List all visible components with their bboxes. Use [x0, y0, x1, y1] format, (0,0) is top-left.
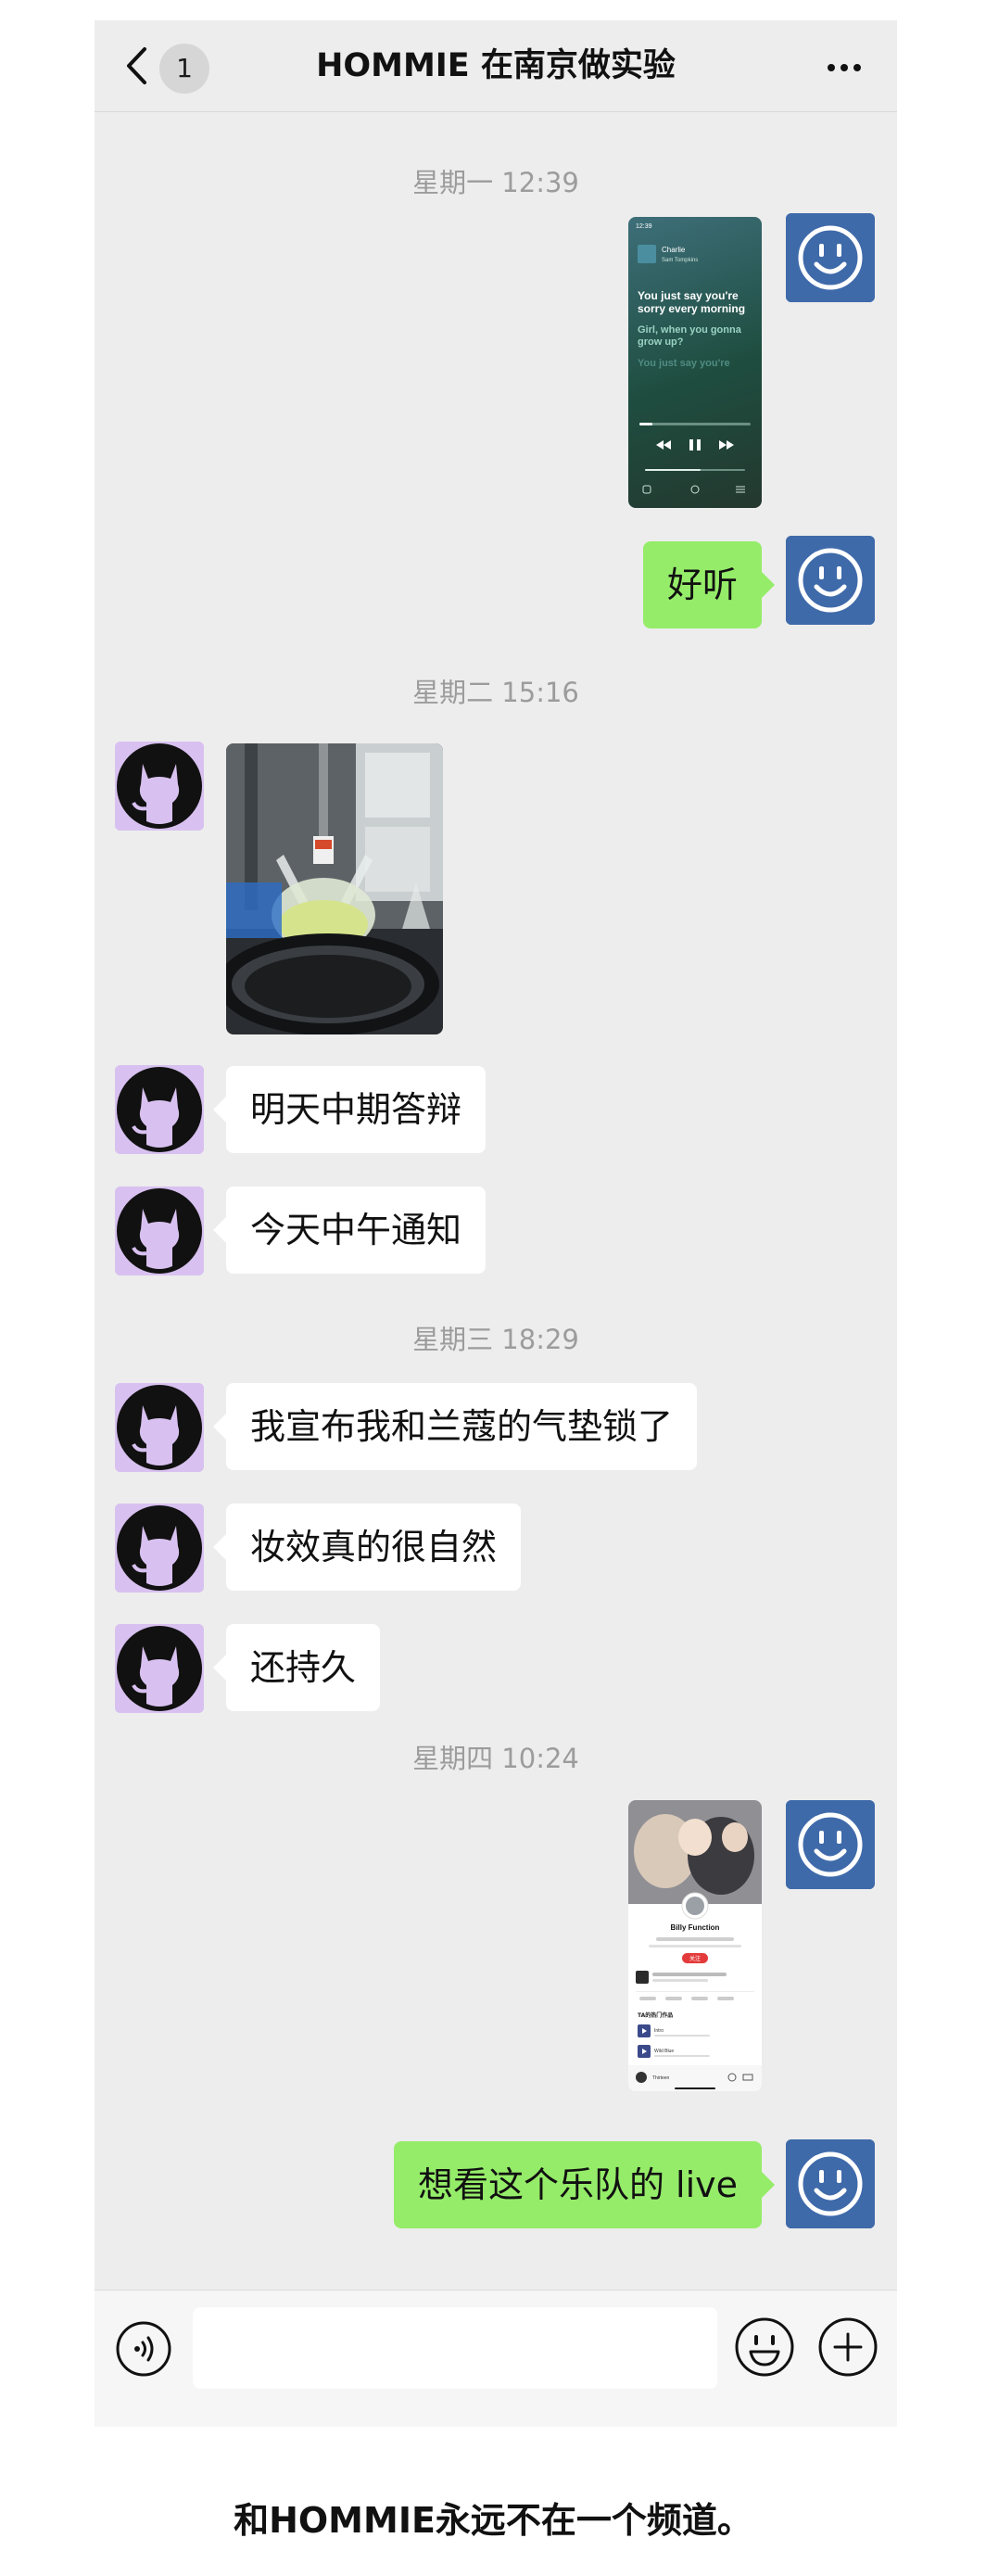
- lab-photo-art: [226, 743, 443, 1034]
- track-1: Intro: [654, 2028, 664, 2034]
- band-name: Billy Function: [671, 1923, 720, 1932]
- voice-icon[interactable]: [115, 2320, 172, 2378]
- message-bubble-outgoing[interactable]: 好听: [642, 541, 776, 628]
- lyric-next: Girl, when you gonna grow up?: [638, 324, 741, 348]
- timestamp: 星期一 12:39: [412, 167, 579, 198]
- message-bubble-incoming[interactable]: 明天中期答辩: [212, 1066, 487, 1153]
- emoji-icon[interactable]: [734, 2316, 795, 2378]
- unread-count-badge[interactable]: 1: [159, 44, 209, 94]
- message-bubble-incoming[interactable]: 妆效真的很自然: [212, 1504, 522, 1591]
- rewind-icon: [656, 440, 671, 450]
- smiley-avatar[interactable]: [786, 1800, 875, 1889]
- smiley-avatar[interactable]: [786, 213, 875, 302]
- hot-works-heading: TA的热门作品: [638, 2011, 673, 2019]
- smiley-avatar[interactable]: [786, 2139, 875, 2228]
- lab-photo[interactable]: [226, 743, 443, 1034]
- pause-icon: [689, 439, 693, 450]
- timestamp: 星期三 18:29: [412, 1324, 579, 1355]
- github-cat-avatar[interactable]: [115, 1383, 204, 1472]
- plus-icon[interactable]: [817, 2316, 879, 2378]
- message-bubble-incoming[interactable]: 还持久: [212, 1624, 381, 1711]
- chat-title: HOMMIE 在南京做实验: [316, 47, 676, 84]
- track-2: Wild Blue: [654, 2049, 674, 2054]
- github-cat-avatar[interactable]: [115, 1186, 204, 1275]
- music-player-screenshot-art: 12:39 Charlie Sam Tompkins You just say …: [636, 223, 751, 494]
- timestamp: 星期四 10:24: [412, 1743, 579, 1774]
- song-title: Charlie: [662, 246, 686, 254]
- chat-header: 1 HOMMIE 在南京做实验: [95, 20, 897, 112]
- caption-text: 和HOMMIE永远不在一个频道。: [234, 2500, 752, 2541]
- song-artist: Sam Tompkins: [662, 258, 698, 263]
- svg-text:12:39: 12:39: [636, 223, 652, 230]
- github-cat-avatar[interactable]: [115, 1065, 204, 1154]
- chat-window: 1 HOMMIE 在南京做实验 星期一 12:39 12:39 Charlie …: [95, 20, 897, 2427]
- back-icon[interactable]: [122, 46, 152, 85]
- message-input[interactable]: [193, 2307, 717, 2389]
- band-profile-screenshot-art: Billy Function 关注 TA的热门作品 Intro Wild Blu…: [628, 1800, 762, 2091]
- follow-button: 关注: [689, 1955, 701, 1962]
- smiley-avatar[interactable]: [786, 536, 875, 625]
- message-bubble-outgoing[interactable]: 想看这个乐队的 live: [393, 2141, 776, 2228]
- timestamp: 星期二 15:16: [412, 677, 579, 708]
- mini-player-track: Thirteen: [652, 2075, 670, 2081]
- music-player-screenshot[interactable]: 12:39 Charlie Sam Tompkins You just say …: [628, 217, 762, 508]
- more-icon[interactable]: [825, 57, 869, 76]
- band-profile-screenshot[interactable]: Billy Function 关注 TA的热门作品 Intro Wild Blu…: [628, 1800, 762, 2091]
- forward-icon: [719, 440, 734, 450]
- message-bubble-incoming[interactable]: 我宣布我和兰蔻的气垫锁了: [212, 1383, 698, 1470]
- message-bubble-incoming[interactable]: 今天中午通知: [212, 1186, 487, 1274]
- input-bar: [95, 2290, 897, 2427]
- github-cat-avatar[interactable]: [115, 742, 204, 831]
- github-cat-avatar[interactable]: [115, 1624, 204, 1713]
- lyric-faded: You just say you're: [638, 358, 730, 369]
- github-cat-avatar[interactable]: [115, 1504, 204, 1593]
- lyric-active: You just say you're sorry every morning: [638, 289, 746, 315]
